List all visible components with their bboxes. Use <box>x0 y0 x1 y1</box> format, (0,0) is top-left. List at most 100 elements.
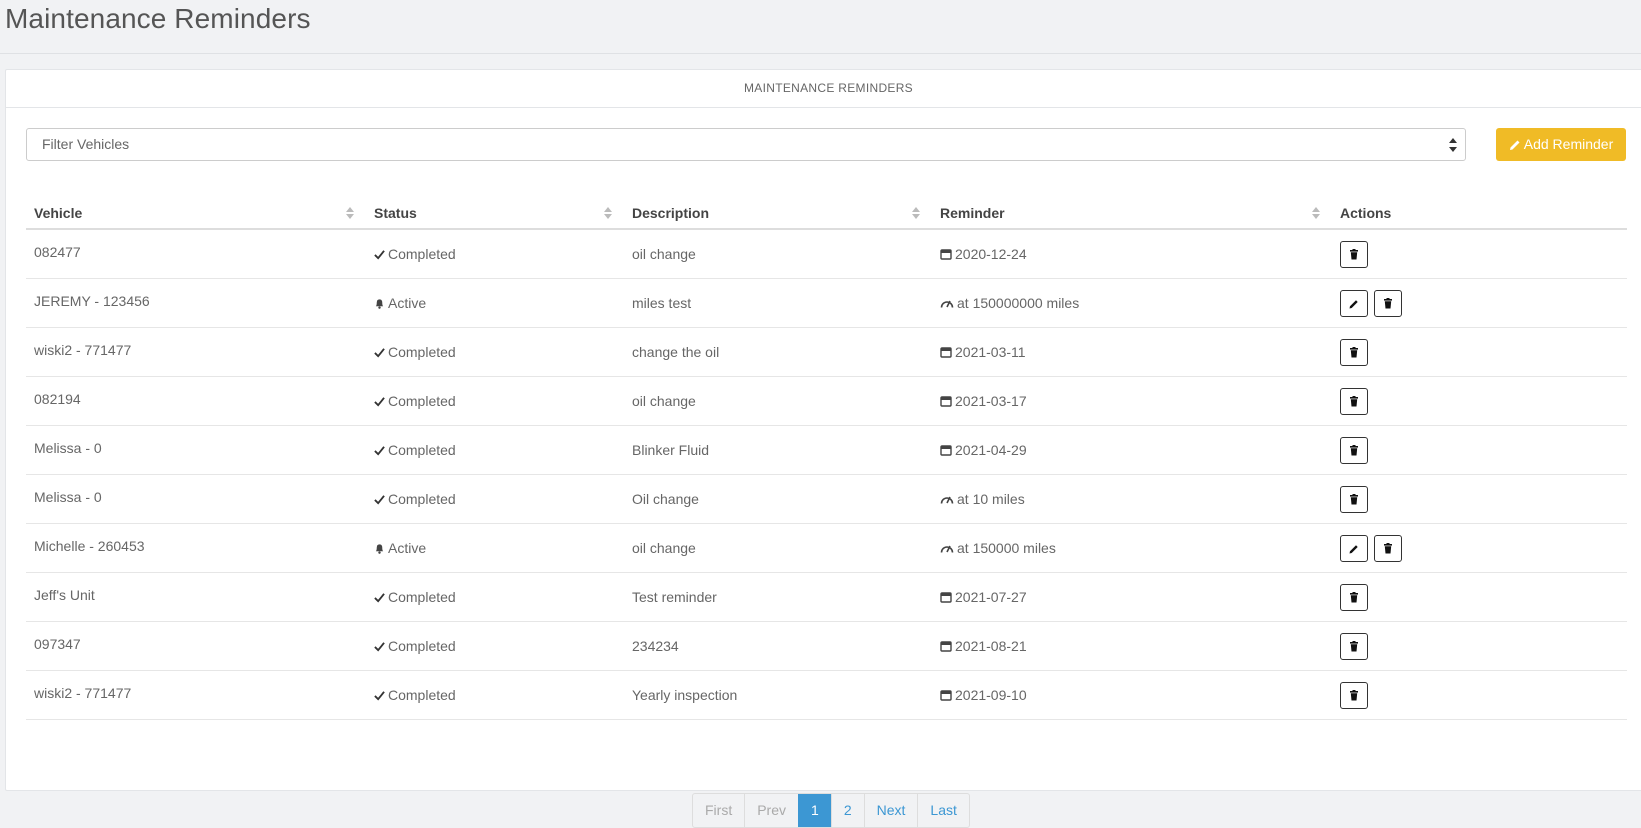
trash-icon <box>1349 687 1359 703</box>
filter-vehicles-select[interactable]: Filter Vehicles <box>26 128 1466 161</box>
sort-icon[interactable] <box>604 207 612 219</box>
gauge-icon <box>940 296 954 312</box>
pencil-icon <box>1349 540 1359 556</box>
delete-button[interactable] <box>1340 240 1368 268</box>
column-header-label: Reminder <box>940 205 1005 221</box>
status-cell: Completed <box>366 670 624 720</box>
reminders-panel: MAINTENANCE REMINDERS Filter Vehicles Ad… <box>5 69 1641 828</box>
page-next-button[interactable]: Next <box>863 794 918 827</box>
calendar-icon <box>940 394 952 410</box>
delete-button[interactable] <box>1374 534 1402 562</box>
trash-icon <box>1349 393 1359 409</box>
check-icon <box>374 492 385 508</box>
trash-icon <box>1383 295 1393 311</box>
reminder-cell: at 150000000 miles <box>932 278 1332 328</box>
column-header-label: Vehicle <box>34 205 83 221</box>
reminder-cell: 2021-03-17 <box>932 376 1332 426</box>
delete-button[interactable] <box>1340 681 1368 709</box>
table-row[interactable]: JEREMY - 123456 Active miles test at 150000… <box>26 278 1627 328</box>
table-row[interactable]: Melissa - 0 Completed Blinker Fluid 2021-04… <box>26 425 1627 475</box>
calendar-icon <box>940 247 952 263</box>
delete-button[interactable] <box>1340 583 1368 611</box>
check-icon <box>374 345 385 361</box>
description-cell: oil change <box>624 229 932 279</box>
add-reminder-label: Add Reminder <box>1523 136 1614 152</box>
actions-cell <box>1332 229 1627 279</box>
page-title: Maintenance Reminders <box>5 3 311 34</box>
reminder-label: at 150000000 miles <box>957 294 1080 311</box>
status-cell: Completed <box>366 474 624 524</box>
status-label: Completed <box>388 490 456 507</box>
delete-button[interactable] <box>1340 485 1368 513</box>
page-1-button[interactable]: 1 <box>798 794 831 827</box>
column-header-reminder[interactable]: Reminder <box>932 198 1332 230</box>
vehicle-cell: 097347 <box>26 621 366 671</box>
add-reminder-button[interactable]: Add Reminder <box>1496 128 1626 161</box>
delete-button[interactable] <box>1340 338 1368 366</box>
column-header-status[interactable]: Status <box>366 198 624 230</box>
table-row[interactable]: Melissa - 0 Completed Oil change at 10 mile… <box>26 474 1627 524</box>
table-row[interactable]: wiski2 - 771477 Completed change the oil 20… <box>26 327 1627 377</box>
sort-icon[interactable] <box>346 207 354 219</box>
filter-vehicles-placeholder: Filter Vehicles <box>42 136 130 152</box>
status-label: Active <box>388 539 427 556</box>
status-label: Completed <box>388 588 456 605</box>
actions-cell <box>1332 474 1627 524</box>
delete-button[interactable] <box>1340 632 1368 660</box>
reminder-label: 2021-08-21 <box>955 637 1027 654</box>
description-cell: Test reminder <box>624 572 932 622</box>
table-row[interactable]: 082477 Completed oil change 2020-12-24 <box>26 229 1627 279</box>
check-icon <box>374 443 385 459</box>
description-cell: 234234 <box>624 621 932 671</box>
status-label: Completed <box>388 441 456 458</box>
table-row[interactable]: 082194 Completed oil change 2021-03-17 <box>26 376 1627 426</box>
table-row[interactable]: 097347 Completed 234234 2021-08-21 <box>26 621 1627 671</box>
pencil-icon <box>1349 295 1359 311</box>
reminder-label: 2021-09-10 <box>955 686 1027 703</box>
check-icon <box>374 590 385 606</box>
status-cell: Completed <box>366 376 624 426</box>
column-header-label: Status <box>374 205 417 221</box>
trash-icon <box>1349 442 1359 458</box>
description-cell: miles test <box>624 278 932 328</box>
table-row[interactable]: Jeff's Unit Completed Test reminder 2021-07… <box>26 572 1627 622</box>
actions-cell <box>1332 327 1627 377</box>
description-cell: Yearly inspection <box>624 670 932 720</box>
table-row[interactable]: Michelle - 260453 Active oil change at 1500… <box>26 523 1627 573</box>
reminder-label: at 10 miles <box>957 490 1025 507</box>
calendar-icon <box>940 639 952 655</box>
sort-icon[interactable] <box>1312 207 1320 219</box>
reminder-cell: 2021-03-11 <box>932 327 1332 377</box>
page-last-button[interactable]: Last <box>917 794 968 827</box>
status-label: Completed <box>388 245 456 262</box>
reminder-cell: at 150000 miles <box>932 523 1332 573</box>
reminder-cell: 2021-04-29 <box>932 425 1332 475</box>
column-header-vehicle[interactable]: Vehicle <box>26 198 366 230</box>
reminder-label: 2020-12-24 <box>955 245 1027 262</box>
delete-button[interactable] <box>1374 289 1402 317</box>
status-cell: Active <box>366 278 624 328</box>
status-cell: Completed <box>366 425 624 475</box>
vehicle-cell: Melissa - 0 <box>26 425 366 475</box>
delete-button[interactable] <box>1340 387 1368 415</box>
table-header-row: Vehicle Status Description Reminder Actions <box>26 198 1627 230</box>
check-icon <box>374 394 385 410</box>
status-cell: Active <box>366 523 624 573</box>
edit-button[interactable] <box>1340 534 1368 562</box>
trash-icon <box>1349 589 1359 605</box>
description-cell: Blinker Fluid <box>624 425 932 475</box>
vehicle-cell: 082194 <box>26 376 366 426</box>
table-row[interactable]: wiski2 - 771477 Completed Yearly inspectio… <box>26 670 1627 720</box>
reminder-label: 2021-03-17 <box>955 392 1027 409</box>
page-2-button[interactable]: 2 <box>830 794 864 827</box>
column-header-description[interactable]: Description <box>624 198 932 230</box>
description-cell: Oil change <box>624 474 932 524</box>
reminder-label: at 150000 miles <box>957 539 1056 556</box>
delete-button[interactable] <box>1340 436 1368 464</box>
sort-icon[interactable] <box>912 207 920 219</box>
select-caret-icon <box>1449 138 1457 153</box>
status-cell: Completed <box>366 572 624 622</box>
gauge-icon <box>940 541 954 557</box>
edit-button[interactable] <box>1340 289 1368 317</box>
status-cell: Completed <box>366 621 624 671</box>
